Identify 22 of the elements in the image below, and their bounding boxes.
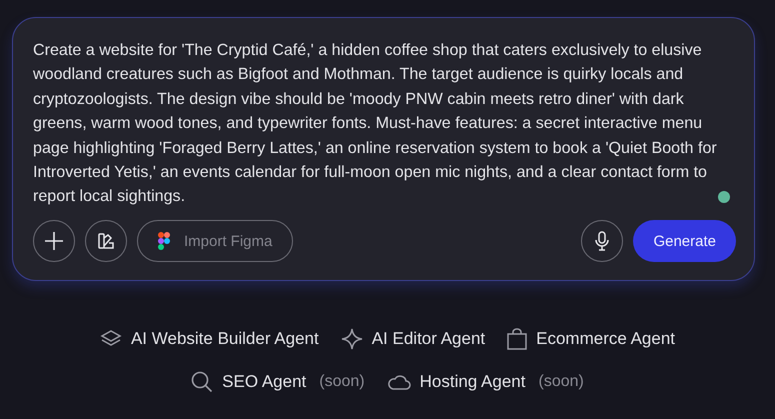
agent-link[interactable]: AI Website Builder Agent <box>130 329 319 349</box>
shopping-bag-icon <box>507 328 528 350</box>
plus-icon <box>44 231 64 251</box>
soon-label: (soon) <box>538 373 584 391</box>
agent-link[interactable]: AI Editor Agent <box>372 329 486 349</box>
generate-button[interactable]: Generate <box>633 220 736 262</box>
figma-icon <box>158 232 170 250</box>
add-button[interactable] <box>33 220 75 262</box>
microphone-button[interactable] <box>581 220 624 262</box>
agent-link[interactable]: SEO Agent <box>222 372 306 392</box>
agent-link[interactable]: Ecommerce Agent <box>536 329 676 349</box>
search-icon <box>191 371 214 393</box>
agent-link[interactable]: Hosting Agent <box>420 372 526 392</box>
theme-button[interactable] <box>85 220 127 262</box>
microphone-icon <box>595 231 610 251</box>
status-dot <box>718 190 730 203</box>
soon-label: (soon) <box>319 373 365 391</box>
swatch-icon <box>97 232 115 250</box>
import-figma-button[interactable]: Import Figma <box>137 220 294 262</box>
prompt-text[interactable]: Create a website for 'The Cryptid Café,' a hidden coffee shop that caters exclusively to elusive woodland creatures such as Bigfoot and Mothman. The target audience is quirky locals and cryptozoologists. The design vibe should be 'moody PNW cabin meets retro diner' with dark greens, warm wood tones, and typewriter fonts. Must-have features: a secret interactive menu page highlighting 'Foraged Berry Lattes,' an online reservation system to book a 'Quiet Booth for Introverted Yetis,' an events calendar for full-moon open mic nights, and a clear contact form to report local sightings. <box>33 38 736 209</box>
cloud-icon <box>386 373 411 391</box>
sparkle-icon <box>340 328 363 350</box>
